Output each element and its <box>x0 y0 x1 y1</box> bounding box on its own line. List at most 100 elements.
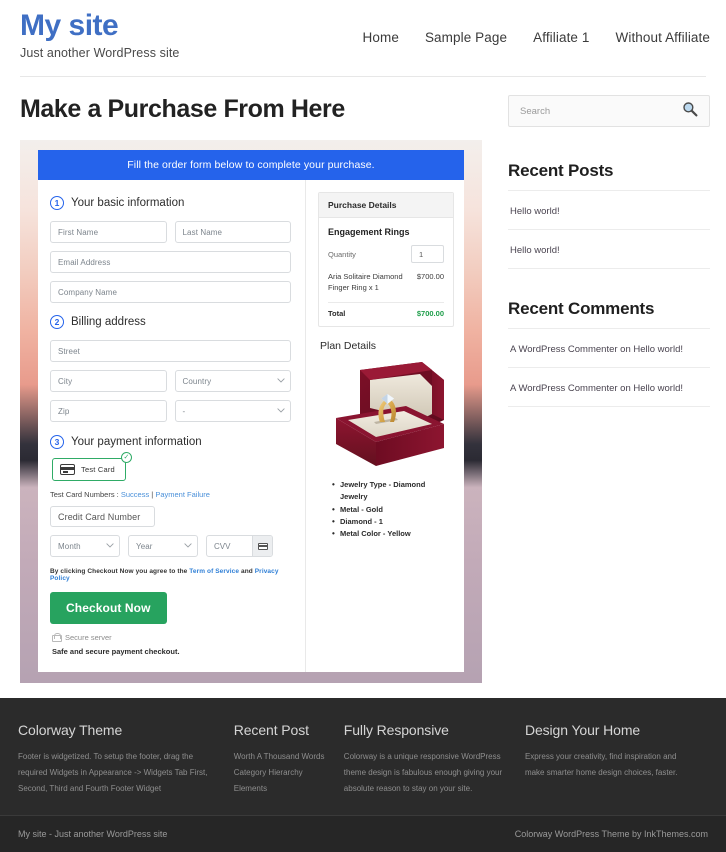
footer-theme-credit[interactable]: Colorway WordPress Theme by InkThemes.co… <box>515 829 708 839</box>
primary-navigation: Home Sample Page Affiliate 1 Without Aff… <box>363 30 710 45</box>
nav-item-without-affiliate[interactable]: Without Affiliate <box>616 30 711 45</box>
company-name-input[interactable]: Company Name <box>50 281 291 303</box>
recent-posts-list: Hello world! Hello world! <box>508 191 710 269</box>
test-card-option[interactable]: Test Card <box>52 458 126 481</box>
company-field-row: Company Name <box>50 281 291 303</box>
plan-details-heading: Plan Details <box>320 339 377 352</box>
engagement-ring-image <box>336 361 444 466</box>
purchase-details-body: Engagement Rings Quantity 1 Aria Solitai… <box>319 218 453 326</box>
email-input[interactable]: Email Address <box>50 251 291 273</box>
footer-widget-text: Footer is widgetized. To setup the foote… <box>18 752 208 793</box>
order-form-banner: Fill the order form below to complete yo… <box>38 150 464 180</box>
step-2-label: Billing address <box>71 316 146 328</box>
footer-widget-title: Recent Post <box>233 722 309 738</box>
line-item-row: Aria Solitaire Diamond Finger Ring x 1 $… <box>328 272 444 303</box>
footer-post-link[interactable]: Worth A Thousand Words <box>234 752 325 761</box>
footer-widget-colorway-theme: Colorway Theme Footer is widgetized. To … <box>18 722 234 797</box>
terms-agreement-text: By clicking Checkout Now you agree to th… <box>50 568 291 582</box>
plan-attribute: Jewelry Type - Diamond Jewelry <box>332 478 454 504</box>
country-select[interactable]: Country <box>174 370 291 392</box>
recent-comment-link[interactable]: A WordPress Commenter on Hello world! <box>510 383 683 394</box>
footer-widget-fully-responsive: Fully Responsive Colorway is a unique re… <box>344 722 525 797</box>
search-icon[interactable] <box>682 101 698 122</box>
terms-mid: and <box>239 568 255 575</box>
site-tagline: Just another WordPress site <box>20 46 180 60</box>
purchase-details-box: Purchase Details Engagement Rings Quanti… <box>318 192 454 327</box>
product-name: Engagement Rings <box>328 227 410 237</box>
step-1-heading: 1 Your basic information <box>50 196 291 210</box>
recent-post-link[interactable]: Hello world! <box>510 245 560 256</box>
cvv-input[interactable]: CVV <box>207 536 252 556</box>
step-2-heading: 2 Billing address <box>50 315 291 329</box>
site-footer: Colorway Theme Footer is widgetized. To … <box>0 698 726 852</box>
zip-state-row: Zip - <box>50 400 291 422</box>
zip-input[interactable]: Zip <box>50 400 167 422</box>
footer-site-credit: My site - Just another WordPress site <box>18 829 168 839</box>
search-widget[interactable]: Search <box>508 95 710 127</box>
list-item: Hello world! <box>508 230 710 269</box>
plan-attribute: Metal Color - Yellow <box>332 527 454 541</box>
footer-widget-title: Fully Responsive <box>343 722 449 738</box>
nav-item-affiliate-1[interactable]: Affiliate 1 <box>533 30 589 45</box>
footer-post-link[interactable]: Elements <box>234 784 267 793</box>
step-1-label: Your basic information <box>71 197 185 209</box>
total-value: $700.00 <box>416 308 444 318</box>
nav-item-sample-page[interactable]: Sample Page <box>425 30 507 45</box>
nav-item-home[interactable]: Home <box>363 30 399 45</box>
test-card-failure-link[interactable]: Payment Failure <box>155 490 210 499</box>
line-item-price: $700.00 <box>416 272 444 281</box>
expiry-month-select[interactable]: Month <box>50 535 120 557</box>
list-item: A WordPress Commenter on Hello world! <box>508 329 710 368</box>
line-item-name: Aria Solitaire Diamond Finger Ring x 1 <box>328 272 403 292</box>
list-item: Worth A Thousand Words <box>234 749 330 765</box>
header-divider <box>20 76 706 77</box>
terms-of-service-link[interactable]: Term of Service <box>189 568 239 575</box>
recent-comment-link[interactable]: A WordPress Commenter on Hello world! <box>510 344 683 355</box>
footer-post-link[interactable]: Category Hierarchy <box>234 768 303 777</box>
chevron-down-icon <box>184 543 192 549</box>
lock-icon <box>52 633 62 642</box>
first-name-input[interactable]: First Name <box>50 221 167 243</box>
test-card-label: Test Card <box>81 465 115 474</box>
checkout-card-body: 1 Your basic information First Name Last… <box>38 180 464 672</box>
card-back-icon <box>257 542 268 550</box>
secure-server-row: Secure server <box>52 633 291 642</box>
test-card-success-link[interactable]: Success <box>121 490 149 499</box>
plan-attribute: Metal - Gold <box>332 502 454 516</box>
expiry-cvv-row: Month Year CVV <box>50 535 291 557</box>
list-item: Hello world! <box>508 191 710 230</box>
test-card-prefix: Test Card Numbers : <box>50 490 121 499</box>
order-summary: Purchase Details Engagement Rings Quanti… <box>305 180 464 672</box>
state-select[interactable]: - <box>174 400 291 422</box>
city-country-row: City Country <box>50 370 291 392</box>
credit-card-number-input[interactable]: Credit Card Number <box>50 506 155 527</box>
checkout-now-button[interactable]: Checkout Now <box>50 592 167 624</box>
search-input[interactable]: Search <box>520 106 550 117</box>
credit-card-icon <box>60 464 75 475</box>
site-title[interactable]: My site <box>20 8 179 44</box>
last-name-input[interactable]: Last Name <box>174 221 291 243</box>
street-input[interactable]: Street <box>50 340 291 362</box>
recent-comments-title: Recent Comments <box>508 299 710 329</box>
plan-attributes-list: Jewelry Type - Diamond Jewelry Metal - G… <box>332 478 454 541</box>
footer-widgets: Colorway Theme Footer is widgetized. To … <box>0 698 726 815</box>
footer-widget-title: Colorway Theme <box>18 722 123 738</box>
secure-server-label: Secure server <box>65 633 112 642</box>
safe-checkout-note: Safe and secure payment checkout. <box>52 647 180 656</box>
recent-post-link[interactable]: Hello world! <box>510 206 560 217</box>
checkout-background: Fill the order form below to complete yo… <box>20 140 482 683</box>
name-field-row: First Name Last Name <box>50 221 291 243</box>
quantity-row: Quantity 1 <box>328 245 444 263</box>
city-input[interactable]: City <box>50 370 167 392</box>
step-3-label: Your payment information <box>71 436 202 448</box>
expiry-year-select[interactable]: Year <box>128 535 198 557</box>
expiry-year-value: Year <box>136 541 153 551</box>
recent-comments-list: A WordPress Commenter on Hello world! A … <box>508 329 710 407</box>
terms-prefix: By clicking Checkout Now you agree to th… <box>50 568 190 575</box>
footer-widget-text: Colorway is a unique responsive WordPres… <box>343 752 503 793</box>
cvv-help-button[interactable] <box>252 536 272 556</box>
quantity-input[interactable]: 1 <box>411 245 444 263</box>
cvv-field-group: CVV <box>206 535 273 557</box>
step-3-number: 3 <box>50 435 64 449</box>
page-wrapper: Make a Purchase From Here Fill the order… <box>0 77 726 683</box>
